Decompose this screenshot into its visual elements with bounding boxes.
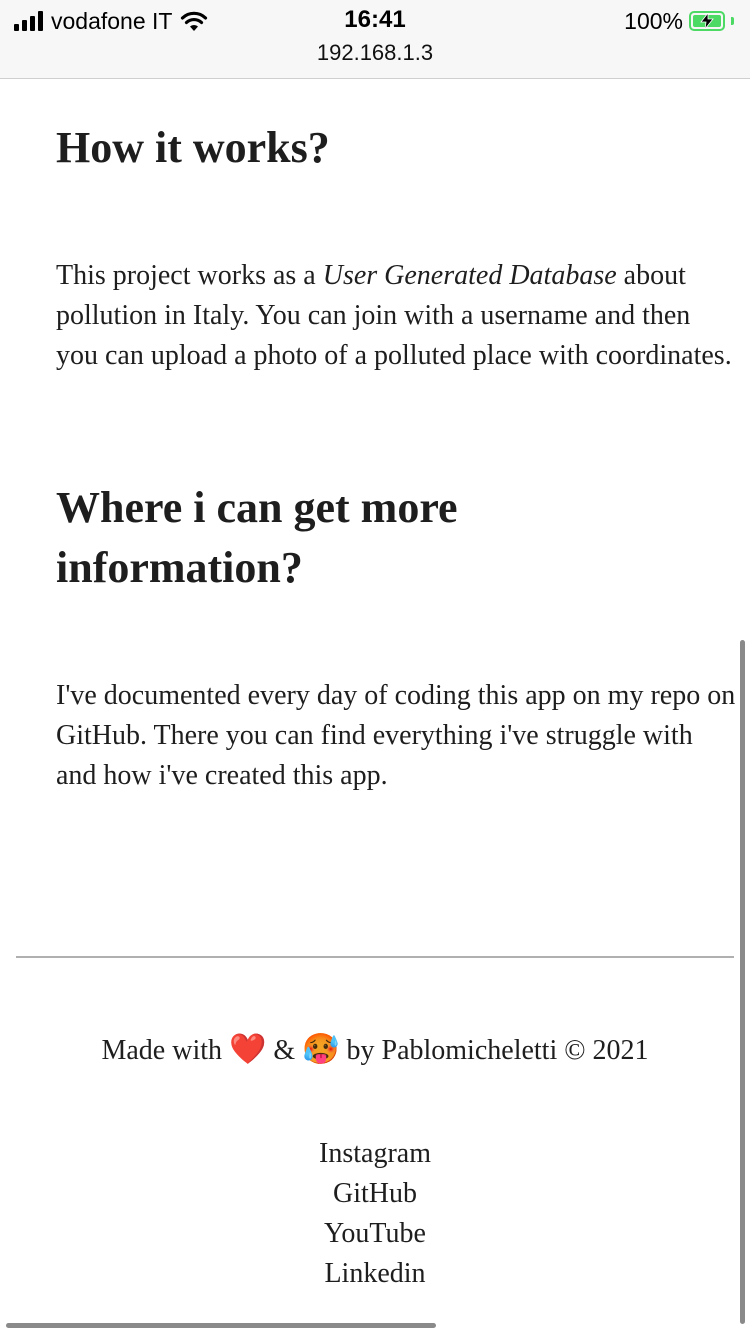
footer-links: Instagram GitHub YouTube Linkedin	[0, 1134, 750, 1294]
section-text-how: This project works as a User Generated D…	[56, 260, 732, 371]
horizontal-scrollbar[interactable]	[6, 1323, 436, 1328]
battery-charging-icon	[689, 11, 725, 31]
footer-credit: Made with ❤️ & 🥵 by Pablomicheletti © 20…	[101, 1032, 649, 1067]
link-instagram[interactable]: Instagram	[0, 1134, 750, 1174]
link-youtube[interactable]: YouTube	[0, 1214, 750, 1254]
link-linkedin[interactable]: Linkedin	[0, 1254, 750, 1294]
battery-percent: 100%	[624, 7, 683, 34]
vertical-scrollbar[interactable]	[740, 640, 745, 1324]
section-text-where: I've documented every day of coding this…	[56, 680, 736, 791]
status-bar: vodafone IT 16:41 192.168.1.3 100%	[0, 0, 750, 79]
address-bar-url[interactable]: 192.168.1.3	[0, 40, 750, 66]
section-title-how: How it works?	[56, 123, 330, 172]
link-github[interactable]: GitHub	[0, 1174, 750, 1214]
status-right: 100%	[624, 6, 734, 36]
section-title-where: Where i can get more information?	[56, 483, 458, 592]
footer-divider	[16, 956, 734, 958]
emphasis-user-generated-database: User Generated Database	[322, 260, 617, 291]
hot-face-icon: 🥵	[302, 1032, 340, 1067]
heart-icon: ❤️	[229, 1032, 267, 1067]
